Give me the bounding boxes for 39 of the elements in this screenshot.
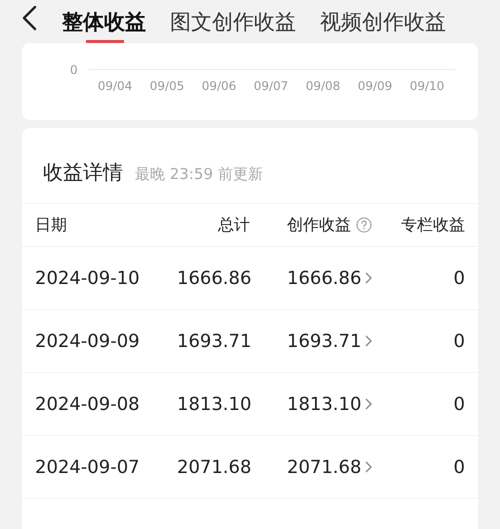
column-header: 总计 (218, 215, 250, 234)
table-cell: 0 (454, 456, 465, 478)
section-title: 收益详情 (43, 159, 123, 186)
table-cell: 0 (454, 394, 465, 414)
update-note: 最晚 23:59 前更新 (135, 164, 263, 185)
table-cell: 1813.10 (177, 394, 252, 414)
table-cell: 2024-09-07 (35, 456, 140, 478)
earnings-link[interactable]: 1666.86 (287, 264, 362, 292)
table-cell: 1693.71 (177, 330, 252, 352)
axis-date-label: 09/10 (408, 78, 446, 95)
earnings-link[interactable]: 1693.71 (287, 328, 362, 354)
column-header: 创作收益 (287, 214, 351, 236)
chevron-icon[interactable] (365, 461, 372, 473)
table-cell: 0 (454, 330, 465, 352)
axis-date-label: 09/05 (148, 78, 186, 95)
chevron-icon[interactable] (365, 272, 372, 284)
table-cell: 0 (454, 268, 465, 288)
column-header: 日期 (35, 215, 67, 234)
axis-date-label: 09/07 (252, 78, 290, 95)
axis-date-label: 09/09 (356, 78, 394, 95)
tab[interactable]: 图文创作收益 (170, 0, 296, 43)
table-cell: 2071.68 (177, 456, 252, 478)
earnings-link[interactable]: 1813.10 (287, 390, 362, 418)
axis-tick-label: 0 (70, 62, 78, 79)
axis-date-label: 09/04 (96, 78, 134, 95)
table-cell: 1666.86 (177, 268, 252, 288)
axis-date-label: 09/06 (200, 78, 238, 95)
tab[interactable]: 整体收益 (62, 0, 146, 43)
column-header: 专栏收益 (401, 215, 465, 234)
help-icon[interactable] (356, 217, 372, 233)
chevron-icon[interactable] (365, 398, 372, 410)
table-cell: 2024-09-10 (35, 268, 140, 288)
axis-date-label: 09/08 (304, 78, 342, 95)
back-icon[interactable] (20, 5, 38, 31)
chevron-icon[interactable] (365, 335, 372, 347)
table-cell: 2024-09-09 (35, 330, 140, 352)
table-cell: 2024-09-08 (35, 394, 140, 414)
earnings-link[interactable]: 2071.68 (287, 454, 362, 480)
tab[interactable]: 视频创作收益 (320, 0, 446, 43)
